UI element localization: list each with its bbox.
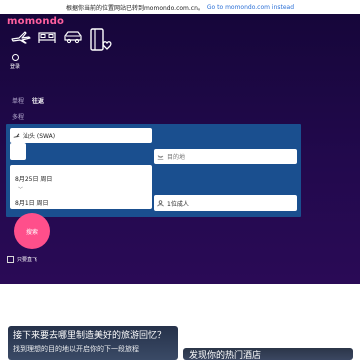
user-icon	[11, 54, 19, 61]
login-label: 登录	[9, 64, 20, 70]
login-button[interactable]: 登录	[8, 54, 22, 70]
checkbox-box	[7, 256, 14, 263]
car-icon[interactable]	[62, 26, 84, 48]
location-banner: 根据你当前的位置网站已转到momondo.com.cn。 Go to momon…	[0, 0, 360, 14]
hero: momondo 登录 单程 往返 多程 汕头 (SWA) 目的地 8月25日 周…	[0, 14, 360, 284]
promo-card-hotels[interactable]: 发现你的热门酒店	[183, 348, 353, 360]
plane-icon[interactable]	[10, 26, 32, 48]
person-icon	[157, 199, 164, 207]
destination-placeholder: 目的地	[167, 154, 186, 161]
origin-value: 汕头 (SWA)	[23, 133, 56, 140]
search-panel: 汕头 (SWA) 目的地 8月25日 周日 ﹀ 8月1日 周日 1位成人	[6, 124, 301, 217]
tab-multicity[interactable]: 多程	[12, 112, 24, 121]
banner-message: 根据你当前的位置网站已转到momondo.com.cn。	[65, 4, 204, 12]
bed-icon[interactable]	[36, 26, 58, 48]
tab-oneway[interactable]: 单程	[12, 96, 24, 105]
landing-icon	[157, 153, 164, 160]
add-origin-button[interactable]	[10, 143, 26, 160]
promo-card-inspiration[interactable]: 接下来要去哪里制造美好的旅游回忆？ 找到理想的目的地以开启你的下一段旅程	[8, 326, 178, 360]
return-date: 8月1日 周日	[15, 200, 49, 207]
chevron-down-icon: ﹀	[18, 187, 24, 193]
takeoff-icon	[13, 132, 20, 139]
trip-type-tabs: 单程 往返	[12, 96, 44, 105]
suitcase-heart-icon[interactable]	[88, 26, 116, 54]
travelers-field[interactable]: 1位成人	[154, 195, 297, 211]
direct-only-checkbox[interactable]: 只要直飞	[7, 256, 37, 263]
tab-roundtrip[interactable]: 往返	[32, 96, 44, 105]
date-field[interactable]: 8月25日 周日 ﹀ 8月1日 周日	[10, 165, 152, 209]
depart-date: 8月25日 周日	[15, 176, 53, 183]
direct-only-label: 只要直飞	[17, 257, 38, 263]
origin-field[interactable]: 汕头 (SWA)	[10, 128, 152, 143]
promo-card1-title: 接下来要去哪里制造美好的旅游回忆？	[13, 331, 167, 341]
promo-card1-sub: 找到理想的目的地以开启你的下一段旅程	[13, 345, 139, 353]
search-button-label: 搜索	[25, 228, 38, 236]
promo-card2-title: 发现你的热门酒店	[189, 351, 262, 360]
promo-section: 接下来要去哪里制造美好的旅游回忆？ 找到理想的目的地以开启你的下一段旅程 发现你…	[0, 284, 360, 360]
travelers-value: 1位成人	[167, 200, 189, 208]
search-button[interactable]: 搜索	[14, 213, 50, 249]
banner-link[interactable]: Go to momondo.com instead	[207, 4, 294, 11]
destination-field[interactable]: 目的地	[154, 149, 297, 164]
category-icons	[10, 26, 116, 54]
